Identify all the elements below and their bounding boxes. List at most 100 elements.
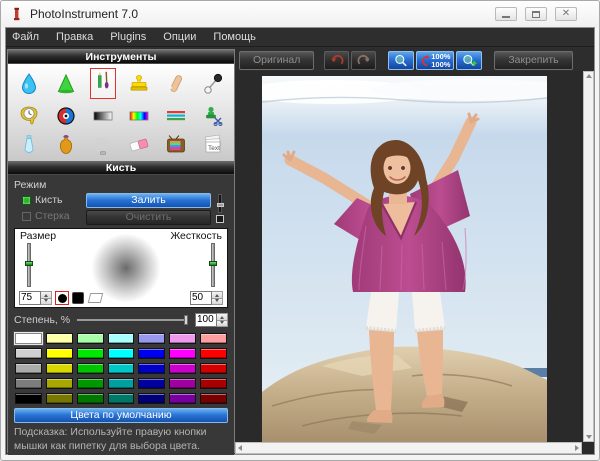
- tool-water-drop[interactable]: [11, 66, 48, 102]
- horizontal-scrollbar[interactable]: [235, 442, 582, 454]
- menu-item-4[interactable]: Помощь: [213, 31, 256, 43]
- size-down-button[interactable]: [41, 297, 52, 305]
- tool-finger[interactable]: [158, 66, 195, 102]
- brush-panel-header[interactable]: Кисть: [8, 161, 234, 175]
- tool-red-eye[interactable]: [48, 102, 85, 131]
- mini-slider-thumb[interactable]: [216, 203, 224, 207]
- palette-color[interactable]: [15, 363, 42, 374]
- palette-color[interactable]: [107, 393, 135, 404]
- maximize-button[interactable]: [525, 7, 547, 21]
- palette-color[interactable]: [138, 333, 166, 344]
- hardness-spinner[interactable]: 50: [190, 291, 223, 305]
- redo-button[interactable]: [351, 51, 377, 70]
- clear-button[interactable]: Очистить: [86, 210, 211, 225]
- palette-color[interactable]: [76, 393, 104, 404]
- fill-button[interactable]: Залить: [86, 193, 211, 208]
- palette-color[interactable]: [138, 348, 166, 359]
- transparent-swatch[interactable]: [87, 293, 104, 303]
- palette-color[interactable]: [45, 348, 73, 359]
- palette-color[interactable]: [138, 363, 166, 374]
- tool-rainbow-gradient[interactable]: [121, 102, 158, 131]
- opacity-slider[interactable]: [77, 315, 188, 325]
- palette-color[interactable]: [107, 363, 135, 374]
- background-color-swatch[interactable]: [72, 292, 84, 304]
- mini-slider[interactable]: [216, 194, 224, 213]
- palette-color[interactable]: [169, 348, 197, 359]
- palette-color[interactable]: [15, 393, 42, 404]
- tools-panel-header[interactable]: Инструменты: [8, 50, 234, 64]
- tool-bw-gradient[interactable]: [84, 102, 121, 131]
- palette-color[interactable]: [76, 348, 104, 359]
- palette-color[interactable]: [169, 393, 197, 404]
- palette-color[interactable]: [169, 333, 197, 344]
- palette-color[interactable]: [15, 333, 42, 344]
- palette-color[interactable]: [169, 363, 197, 374]
- palette-color[interactable]: [15, 348, 42, 359]
- menu-item-2[interactable]: Plugins: [110, 31, 146, 43]
- scroll-left-icon[interactable]: [238, 445, 242, 451]
- tool-stamp-scissors[interactable]: [194, 102, 231, 131]
- undo-button[interactable]: [324, 51, 350, 70]
- menu-item-1[interactable]: Правка: [56, 31, 93, 43]
- hardness-down-button[interactable]: [212, 297, 223, 305]
- opacity-spinner[interactable]: 100: [195, 313, 228, 327]
- palette-color[interactable]: [76, 333, 104, 344]
- palette-color[interactable]: [169, 378, 197, 389]
- tool-tv-noise[interactable]: [158, 130, 195, 159]
- size-spinner[interactable]: 75: [19, 291, 52, 305]
- tool-color-lines[interactable]: [158, 102, 195, 131]
- palette-color[interactable]: [200, 393, 227, 404]
- palette-color[interactable]: [45, 378, 73, 389]
- tool-bottle[interactable]: [48, 130, 85, 159]
- menu-item-0[interactable]: Файл: [12, 31, 39, 43]
- size-slider[interactable]: [25, 243, 33, 287]
- opacity-value[interactable]: 100: [195, 313, 217, 327]
- original-button[interactable]: Оригинал: [239, 51, 315, 70]
- zoom-out-button[interactable]: [388, 51, 415, 70]
- palette-color[interactable]: [45, 333, 73, 344]
- palette-color[interactable]: [45, 393, 73, 404]
- hardness-slider-thumb[interactable]: [209, 261, 217, 266]
- tool-melted-clock[interactable]: [11, 102, 48, 131]
- vertical-scrollbar[interactable]: [583, 71, 594, 442]
- tool-stamp[interactable]: [121, 66, 158, 102]
- palette-color[interactable]: [138, 393, 166, 404]
- palette-color[interactable]: [76, 363, 104, 374]
- tool-spiral-bulb[interactable]: [84, 130, 121, 159]
- hardness-value[interactable]: 50: [190, 291, 212, 305]
- brush-checkbox[interactable]: Кисть: [22, 194, 86, 206]
- palette-color[interactable]: [76, 378, 104, 389]
- foreground-color-swatch[interactable]: [55, 291, 69, 305]
- photo-canvas[interactable]: [235, 71, 583, 442]
- minimize-button[interactable]: [495, 7, 517, 21]
- palette-color[interactable]: [138, 378, 166, 389]
- palette-color[interactable]: [45, 363, 73, 374]
- scroll-up-icon[interactable]: [585, 74, 592, 78]
- tool-eraser[interactable]: [121, 130, 158, 159]
- tool-pencil-brush[interactable]: [84, 66, 121, 102]
- palette-color[interactable]: [107, 378, 135, 389]
- zoom-in-button[interactable]: [456, 51, 483, 70]
- hardness-slider[interactable]: [209, 243, 217, 287]
- palette-color[interactable]: [200, 333, 227, 344]
- menu-item-3[interactable]: Опции: [163, 31, 196, 43]
- size-value[interactable]: 75: [19, 291, 41, 305]
- tool-tube[interactable]: [11, 130, 48, 159]
- eraser-checkbox[interactable]: Стерка: [22, 210, 86, 222]
- palette-color[interactable]: [200, 363, 227, 374]
- mini-square-button[interactable]: [215, 215, 224, 223]
- palette-color[interactable]: [15, 378, 42, 389]
- tool-pin[interactable]: [194, 66, 231, 102]
- opacity-slider-thumb[interactable]: [184, 315, 188, 325]
- size-slider-thumb[interactable]: [25, 261, 33, 266]
- close-button[interactable]: ✕: [555, 7, 577, 21]
- tool-text-stack[interactable]: Text: [194, 130, 231, 159]
- opacity-down-button[interactable]: [217, 319, 228, 327]
- palette-color[interactable]: [200, 378, 227, 389]
- zoom-level-button[interactable]: 100% 100%: [416, 51, 455, 70]
- scroll-down-icon[interactable]: [585, 435, 592, 439]
- scroll-right-icon[interactable]: [575, 445, 579, 451]
- palette-color[interactable]: [200, 348, 227, 359]
- tool-cone[interactable]: [48, 66, 85, 102]
- pin-button[interactable]: Закрепить: [494, 51, 573, 70]
